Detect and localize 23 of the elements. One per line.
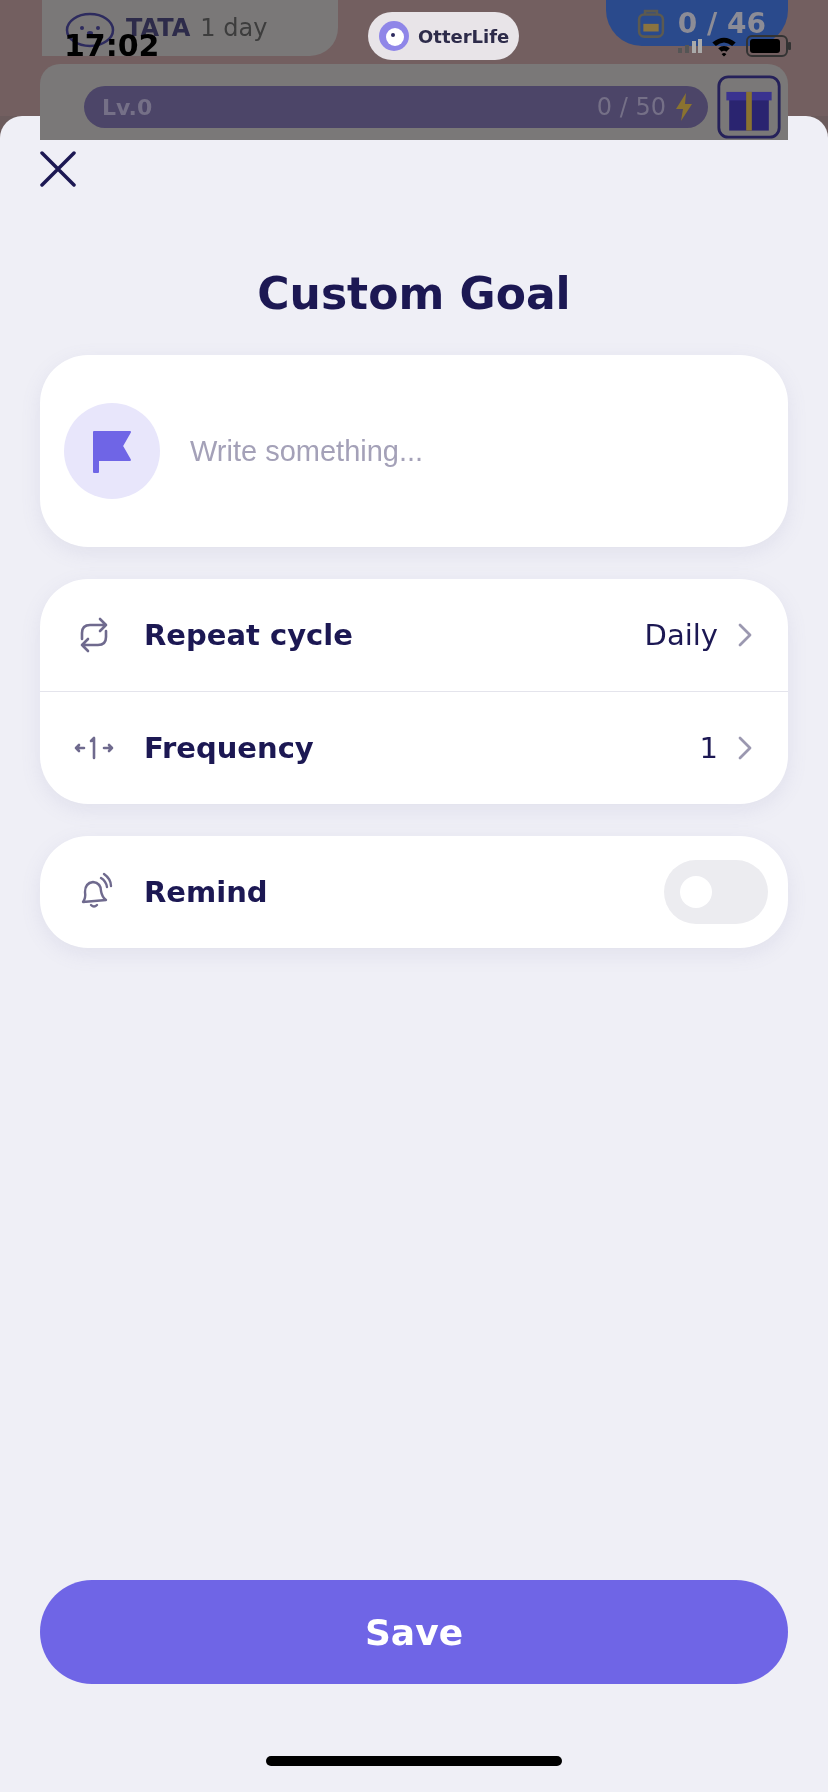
gift-icon [716,74,782,140]
sheet-title: Custom Goal [256,268,572,319]
setting-row[interactable]: Repeat cycle Daily [40,579,788,691]
brand-name: OtterLife [418,25,510,47]
battery-icon [746,34,792,57]
flag-icon [64,403,160,499]
goal-input-field[interactable]: Write something... [188,433,764,469]
setting-value: Daily [644,618,718,652]
setting-value: 1 [699,731,718,765]
signal-icon [678,38,702,53]
save-button[interactable]: Save [40,1580,788,1684]
close-button[interactable] [38,150,78,190]
chevron-icon [738,623,752,647]
remind-label: Remind [144,875,268,909]
chevron-icon [738,736,752,760]
streak-text: 1 day [200,14,268,42]
otter-logo-icon [378,20,410,52]
setting-row[interactable]: Frequency 1 [40,691,788,804]
setting-label: Repeat cycle [144,618,353,652]
bag-count: 0 / 46 [677,6,766,40]
setting-label: Frequency [144,731,314,765]
lightning-icon [674,92,694,122]
close-icon [40,150,76,187]
